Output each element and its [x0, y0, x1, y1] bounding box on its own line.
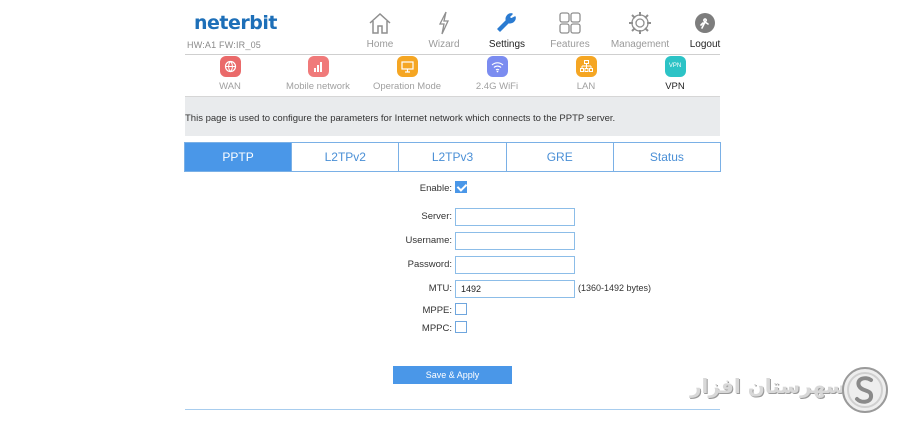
username-input[interactable] — [455, 232, 575, 250]
wifi-icon — [486, 56, 508, 77]
nav-logout-label: Logout — [689, 39, 721, 50]
server-label: Server: — [421, 211, 452, 222]
brand-logo: neterbit — [194, 12, 277, 34]
enable-row: Enable: — [0, 180, 900, 198]
monitor-icon — [396, 56, 418, 77]
subnav-mobile-network-label: Mobile network — [286, 81, 350, 92]
password-row: Password: — [0, 256, 900, 274]
home-icon — [369, 12, 391, 34]
mppc-checkbox[interactable] — [455, 321, 467, 333]
description-band: This page is used to configure the param… — [185, 96, 720, 136]
firmware-info: HW:A1 FW:IR_05 — [187, 40, 261, 50]
subnav-wifi-label: 2.4G WiFi — [475, 81, 519, 92]
mppc-row: MPPC: — [0, 320, 900, 338]
page-description: This page is used to configure the param… — [185, 113, 616, 124]
nav-management-label: Management — [610, 39, 670, 50]
mppe-checkbox[interactable] — [455, 303, 467, 315]
subnav-operation-mode-label: Operation Mode — [372, 81, 442, 92]
subnav-vpn-label: VPN — [665, 81, 685, 92]
vpn-icon: VPN — [664, 56, 686, 77]
tab-status[interactable]: Status — [612, 143, 721, 171]
globe-icon — [219, 56, 241, 77]
nav-wizard[interactable]: Wizard — [409, 10, 479, 50]
vpn-tabs: PPTP L2TPv2 L2TPv3 GRE Status — [184, 142, 721, 172]
subnav-mobile-network[interactable]: Mobile network — [273, 56, 363, 92]
mppe-row: MPPE: — [0, 302, 900, 320]
header-divider — [185, 54, 720, 55]
server-row: Server: — [0, 208, 900, 226]
nav-home-label: Home — [366, 39, 394, 50]
sub-navigation: WAN Mobile network Operation Mode 2.4G W… — [185, 56, 720, 96]
mtu-row: MTU: 1492 (1360-1492 bytes) — [0, 280, 900, 298]
subnav-wifi[interactable]: 2.4G WiFi — [452, 56, 542, 92]
username-label: Username: — [405, 235, 452, 246]
mtu-label: MTU: — [428, 283, 452, 294]
tab-pptp[interactable]: PPTP — [185, 143, 292, 171]
footer-divider — [185, 409, 720, 410]
server-input[interactable] — [455, 208, 575, 226]
s-logo-icon — [842, 367, 888, 413]
enable-checkbox[interactable] — [455, 181, 467, 193]
mppc-label: MPPC: — [421, 323, 452, 334]
mtu-input[interactable]: 1492 — [455, 280, 575, 298]
enable-label: Enable: — [419, 183, 452, 194]
watermark-text: سهرستان افزار — [690, 374, 846, 398]
nav-settings[interactable]: Settings — [472, 10, 542, 50]
grid-icon — [559, 12, 581, 34]
wizard-icon — [438, 11, 450, 35]
gear-icon — [629, 12, 651, 34]
nav-settings-label: Settings — [488, 39, 526, 50]
nav-features-label: Features — [550, 39, 590, 50]
tab-l2tpv3[interactable]: L2TPv3 — [398, 143, 506, 171]
top-navigation: Home Wizard Settings Features Management… — [345, 10, 730, 54]
nav-home[interactable]: Home — [345, 10, 415, 50]
mtu-hint: (1360-1492 bytes) — [578, 283, 652, 293]
subnav-lan[interactable]: LAN — [541, 56, 631, 92]
tab-gre[interactable]: GRE — [505, 143, 613, 171]
wrench-icon — [497, 13, 516, 32]
subnav-vpn[interactable]: VPN VPN — [630, 56, 720, 92]
save-apply-button[interactable]: Save & Apply — [393, 366, 512, 384]
password-label: Password: — [407, 259, 452, 270]
nav-features[interactable]: Features — [535, 10, 605, 50]
nav-logout[interactable]: Logout — [670, 10, 740, 50]
username-row: Username: — [0, 232, 900, 250]
signal-bars-icon — [307, 56, 329, 77]
nav-management[interactable]: Management — [605, 10, 675, 50]
subnav-wan[interactable]: WAN — [185, 56, 275, 92]
subnav-wan-label: WAN — [219, 81, 241, 92]
subnav-lan-label: LAN — [576, 81, 596, 92]
subnav-operation-mode[interactable]: Operation Mode — [362, 56, 452, 92]
nav-wizard-label: Wizard — [428, 39, 460, 50]
logout-icon — [695, 13, 715, 33]
mppe-label: MPPE: — [422, 305, 452, 316]
password-input[interactable] — [455, 256, 575, 274]
lan-icon — [575, 56, 597, 77]
tab-l2tpv2[interactable]: L2TPv2 — [291, 143, 399, 171]
